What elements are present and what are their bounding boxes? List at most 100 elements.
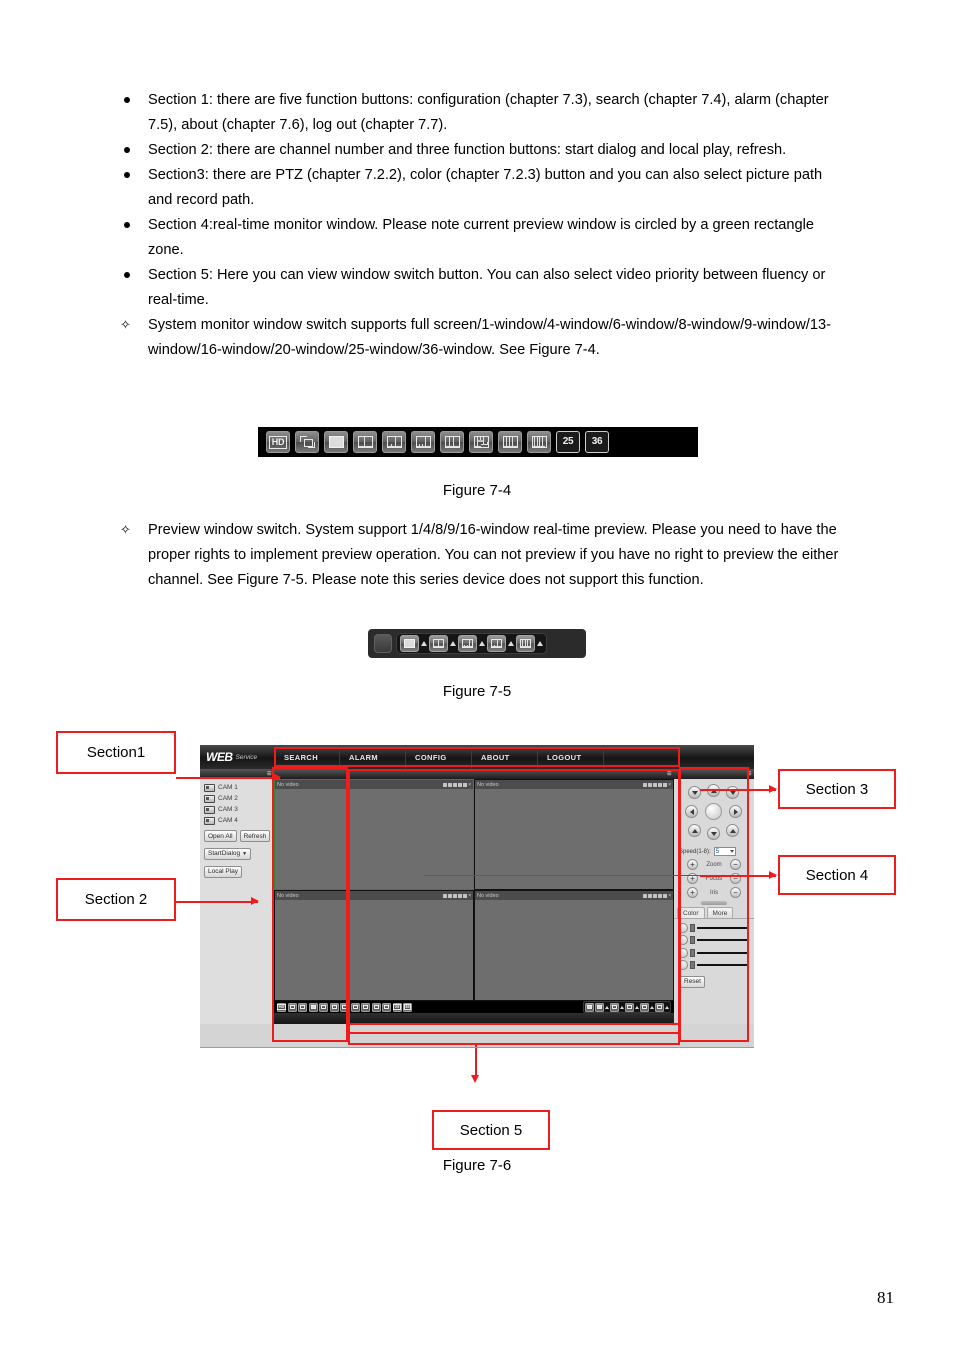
6-window-icon [386, 436, 402, 448]
figure-7-5-preview-switch-toolbar [368, 629, 586, 658]
diamond-list-preview-switch: Preview window switch. System support 1/… [110, 517, 850, 593]
callout-label: Section 2 [84, 891, 148, 908]
start-dialog-label: StartDialog [208, 850, 241, 857]
13-window-button[interactable] [469, 431, 493, 453]
1-window-icon [328, 436, 344, 448]
preview-16-window-icon [520, 639, 531, 648]
20-window-icon [531, 436, 547, 448]
start-dialog-button[interactable]: StartDialog ▼ [204, 847, 252, 860]
hd-label: HD [268, 435, 288, 449]
4-window-icon [357, 436, 373, 448]
callout-section2: Section 2 [56, 878, 176, 921]
camera-icon [204, 794, 215, 803]
overlay-section-1 [274, 747, 680, 767]
diamond-monitor-window-switch: System monitor window switch supports fu… [110, 312, 850, 363]
diamond-list-monitor-switch: System monitor window switch supports fu… [110, 312, 850, 363]
arrow-section4-tail [424, 875, 700, 877]
bullet-section-3: Section3: there are PTZ (chapter 7.2.2),… [110, 163, 850, 213]
preview-toggle-button[interactable] [374, 634, 392, 653]
4-window-button[interactable] [353, 431, 377, 453]
camera-icon [204, 816, 215, 825]
channel-item-cam-4[interactable]: CAM 4 [200, 815, 274, 826]
channel-label: CAM 3 [218, 806, 238, 813]
refresh-button[interactable]: Refresh [239, 830, 271, 842]
figure-7-6-diagram: WEB Service SEARCH ALARM CONFIG ABOUT LO… [0, 725, 954, 1150]
36-window-label: 36 [591, 436, 603, 447]
arrow-section1 [176, 774, 281, 781]
20-window-button[interactable] [527, 431, 551, 453]
callout-label: Section 4 [805, 866, 869, 884]
channel-label: CAM 1 [218, 784, 238, 791]
8-window-button[interactable] [411, 431, 435, 453]
channel-item-cam-3[interactable]: CAM 3 [200, 804, 274, 815]
page-number: 81 [877, 1288, 894, 1307]
9-window-icon [444, 436, 460, 448]
preview-4-window-chevron-up-icon[interactable] [450, 641, 456, 646]
local-play-button[interactable]: Local Play [204, 865, 242, 878]
preview-16-window-chevron-up-icon[interactable] [537, 641, 543, 646]
13-window-icon [473, 436, 489, 448]
preview-8-window-button[interactable] [458, 635, 477, 652]
preview-9-window-chevron-up-icon[interactable] [508, 641, 514, 646]
channel-action-row: Open All Refresh [200, 826, 274, 842]
preview-4-window-button[interactable] [429, 635, 448, 652]
diamond-preview-window-switch: Preview window switch. System support 1/… [110, 517, 850, 593]
preview-8-window-icon [462, 639, 473, 648]
25-window-label: 25 [562, 436, 574, 447]
callout-label: Section 5 [459, 1121, 523, 1139]
callout-label: Section1 [86, 744, 146, 761]
camera-icon [204, 805, 215, 814]
bullet-section-5: Section 5: Here you can view window swit… [110, 263, 850, 313]
body-text: Section 1: there are five function butto… [110, 88, 850, 363]
chevron-down-icon: ▼ [242, 850, 248, 857]
preview-1-window-icon [404, 639, 415, 648]
logo-primary-text: WEB [206, 750, 233, 764]
callout-section4: Section 4 [778, 855, 896, 895]
full-screen-icon [299, 436, 315, 448]
callout-label: Section 3 [805, 780, 869, 798]
preview-9-window-icon [491, 639, 502, 648]
bullet-section-2: Section 2: there are channel number and … [110, 138, 850, 163]
logo-secondary-text: Service [235, 753, 258, 761]
hd-button[interactable]: HD [266, 431, 290, 453]
arrow-section2 [176, 898, 259, 905]
preview-4-window-icon [433, 639, 444, 648]
camera-icon [204, 783, 215, 792]
preview-16-window-button[interactable] [516, 635, 535, 652]
callout-section5: Section 5 [432, 1110, 550, 1150]
overlay-section-5 [348, 1023, 680, 1045]
1-window-button[interactable] [324, 431, 348, 453]
preview-button-group [396, 633, 547, 654]
document-page: Section 1: there are five function butto… [0, 0, 954, 1350]
figure-7-6-caption: Figure 7-6 [442, 1157, 512, 1174]
preview-1-window-button[interactable] [400, 635, 419, 652]
figure-7-4-window-switch-toolbar: HD 25 36 [258, 427, 698, 457]
figure-7-4-caption: Figure 7-4 [442, 482, 512, 499]
bullet-section-4: Section 4:real-time monitor window. Plea… [110, 213, 850, 263]
16-window-button[interactable] [498, 431, 522, 453]
diagram-baseline [200, 1047, 754, 1048]
36-window-button[interactable]: 36 [585, 431, 609, 453]
section-bullet-list: Section 1: there are five function butto… [110, 88, 850, 313]
open-all-button[interactable]: Open All [204, 830, 237, 842]
channel-label: CAM 4 [218, 817, 238, 824]
overlay-section-3 [679, 767, 749, 1042]
callout-section1: Section1 [56, 731, 176, 774]
full-screen-button[interactable] [295, 431, 319, 453]
channel-item-cam-2[interactable]: CAM 2 [200, 793, 274, 804]
9-window-button[interactable] [440, 431, 464, 453]
preview-1-window-chevron-up-icon[interactable] [421, 641, 427, 646]
25-window-button[interactable]: 25 [556, 431, 580, 453]
channel-item-cam-1[interactable]: CAM 1 [200, 782, 274, 793]
overlay-section-2 [272, 767, 348, 1042]
overlay-section-4 [348, 769, 680, 1034]
preview-9-window-button[interactable] [487, 635, 506, 652]
preview-8-window-chevron-up-icon[interactable] [479, 641, 485, 646]
web-service-logo: WEB Service [200, 745, 274, 769]
arrow-section5 [472, 1045, 479, 1083]
6-window-button[interactable] [382, 431, 406, 453]
callout-section3: Section 3 [778, 769, 896, 809]
arrow-section3 [700, 786, 777, 793]
channel-panel: ☰ CAM 1 CAM 2 CAM 3 CAM 4 Open All Refre… [200, 769, 274, 1024]
arrow-section4 [700, 872, 777, 879]
